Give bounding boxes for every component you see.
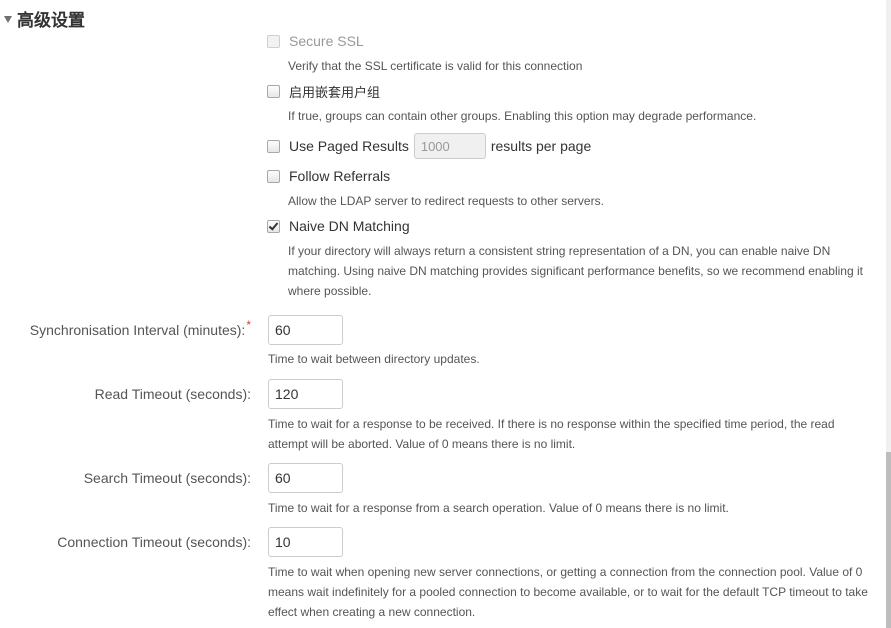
- naive-dn-matching-description: If your directory will always return a c…: [288, 244, 863, 298]
- naive-dn-matching-checkbox[interactable]: [267, 219, 280, 233]
- sync-interval-description: Time to wait between directory updates.: [268, 352, 480, 366]
- paged-results-label: Use Paged Results: [289, 138, 409, 154]
- page-size-suffix: results per page: [490, 138, 592, 154]
- option-nested-groups: 启用嵌套用户组: [267, 81, 380, 101]
- search-timeout-description: Time to wait for a response from a searc…: [268, 501, 729, 515]
- secure-ssl-label: Secure SSL: [289, 33, 364, 49]
- required-indicator: *: [246, 318, 251, 332]
- follow-referrals-checkbox[interactable]: [267, 169, 280, 183]
- naive-dn-matching-label: Naive DN Matching: [289, 218, 410, 234]
- option-follow-referrals: Follow Referrals: [267, 166, 390, 186]
- connection-timeout-input[interactable]: 10: [268, 527, 343, 557]
- follow-referrals-label: Follow Referrals: [289, 168, 391, 184]
- option-naive-dn-matching: Naive DN Matching: [267, 216, 410, 236]
- section-title: 高级设置: [17, 10, 85, 31]
- triangle-down-icon[interactable]: [4, 16, 12, 23]
- secure-ssl-description: Verify that the SSL certificate is valid…: [288, 59, 583, 73]
- read-timeout-description: Time to wait for a response to be receiv…: [268, 417, 835, 451]
- sync-interval-input[interactable]: 60: [268, 315, 343, 345]
- vertical-scrollbar[interactable]: [886, 0, 891, 628]
- search-timeout-label: Search Timeout (seconds):: [83, 470, 251, 486]
- scrollbar-thumb[interactable]: [886, 452, 891, 628]
- option-secure-ssl: Secure SSL: [267, 31, 364, 51]
- page-size-input[interactable]: 1000: [413, 133, 486, 159]
- advanced-settings-page: 高级设置 Secure SSL Verify that the SSL cert…: [0, 0, 886, 628]
- read-timeout-input[interactable]: 120: [268, 379, 343, 409]
- sync-interval-label-text: Synchronisation Interval (minutes):: [29, 322, 246, 338]
- sync-interval-label: Synchronisation Interval (minutes):*: [30, 315, 251, 345]
- connection-timeout-description: Time to wait when opening new server con…: [268, 565, 868, 619]
- read-timeout-label: Read Timeout (seconds):: [94, 386, 251, 402]
- nested-groups-description: If true, groups can contain other groups…: [288, 109, 757, 123]
- nested-groups-label: 启用嵌套用户组: [289, 85, 381, 101]
- section-header-advanced-settings[interactable]: 高级设置: [4, 6, 85, 31]
- paged-results-checkbox[interactable]: [267, 139, 280, 153]
- nested-groups-checkbox[interactable]: [267, 84, 280, 98]
- search-timeout-input[interactable]: 60: [268, 463, 343, 493]
- secure-ssl-checkbox[interactable]: [267, 34, 280, 48]
- connection-timeout-label: Connection Timeout (seconds):: [57, 534, 251, 550]
- option-paged-results: Use Paged Results 1000 results per page: [267, 132, 591, 160]
- follow-referrals-description: Allow the LDAP server to redirect reques…: [288, 194, 604, 208]
